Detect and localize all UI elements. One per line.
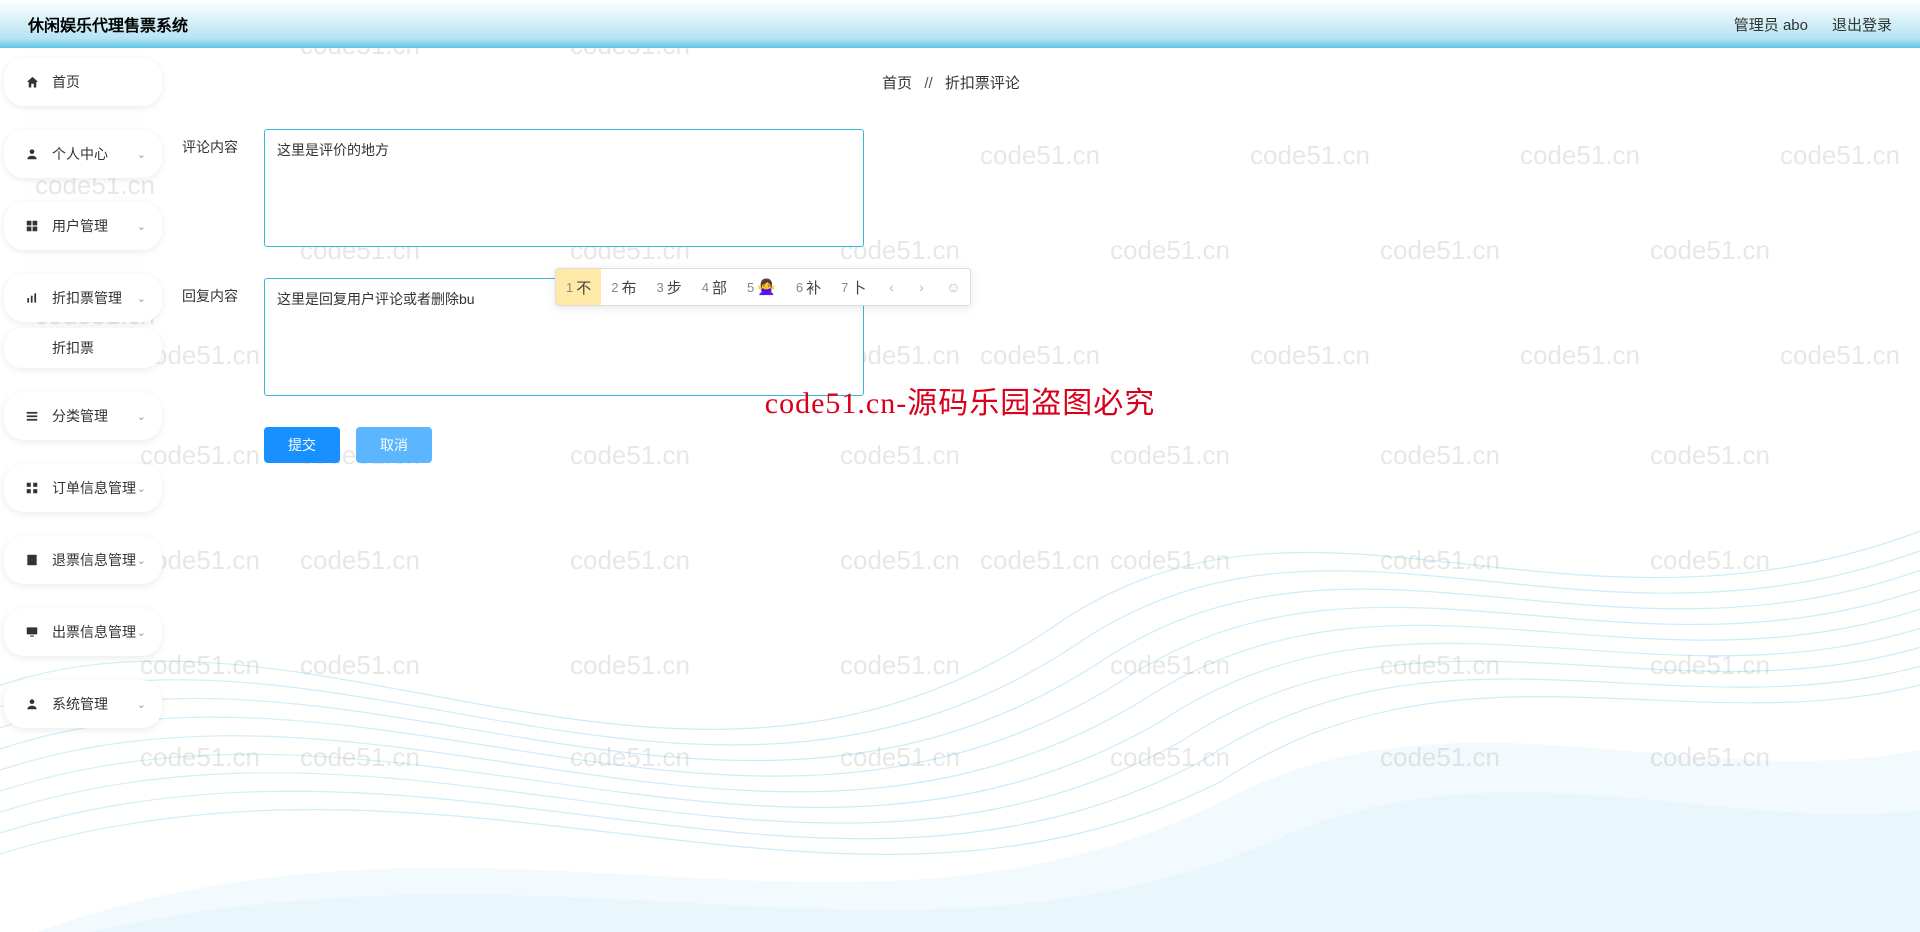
user-icon bbox=[24, 146, 40, 162]
reply-label: 回复内容 bbox=[182, 278, 254, 306]
ime-prev-icon[interactable]: ‹ bbox=[876, 269, 906, 305]
admin-label[interactable]: 管理员 abo bbox=[1734, 14, 1808, 35]
breadcrumb-separator: // bbox=[924, 75, 932, 92]
comment-label: 评论内容 bbox=[182, 129, 254, 157]
sidebar-item-category[interactable]: 分类管理 ⌄ bbox=[4, 392, 162, 440]
sidebar-item-label: 系统管理 bbox=[52, 694, 137, 714]
ime-candidate-2[interactable]: 2布 bbox=[601, 269, 646, 305]
ime-candidate-popup: 1不 2布 3步 4部 5🙅‍♀️ 6补 7卜 ‹ › ☺ bbox=[555, 268, 971, 306]
chevron-down-icon: ⌄ bbox=[137, 626, 146, 639]
ime-candidate-4[interactable]: 4部 bbox=[692, 269, 737, 305]
monitor-icon bbox=[24, 624, 40, 640]
ime-candidate-6[interactable]: 6补 bbox=[786, 269, 831, 305]
doc-icon bbox=[24, 552, 40, 568]
sidebar-item-label: 订单信息管理 bbox=[52, 478, 137, 498]
sidebar-item-users[interactable]: 用户管理 ⌄ bbox=[4, 202, 162, 250]
sidebar-item-discount-ticket[interactable]: 折扣票 bbox=[4, 328, 162, 368]
home-icon bbox=[24, 74, 40, 90]
submit-button[interactable]: 提交 bbox=[264, 427, 340, 463]
sidebar-item-label: 折扣票管理 bbox=[52, 288, 137, 308]
sidebar-item-label: 分类管理 bbox=[52, 406, 137, 426]
sidebar-item-home[interactable]: 首页 bbox=[4, 58, 162, 106]
chevron-down-icon: ⌄ bbox=[137, 554, 146, 567]
sidebar-item-issue[interactable]: 出票信息管理 ⌄ bbox=[4, 608, 162, 656]
sidebar-item-system[interactable]: 系统管理 ⌄ bbox=[4, 680, 162, 728]
sidebar-item-profile[interactable]: 个人中心 ⌄ bbox=[4, 130, 162, 178]
chevron-down-icon: ⌄ bbox=[137, 698, 146, 711]
sidebar-item-label: 用户管理 bbox=[52, 216, 137, 236]
ime-next-icon[interactable]: › bbox=[906, 269, 936, 305]
sidebar-item-discount-ticket-mgmt[interactable]: 折扣票管理 ⌄ bbox=[4, 274, 162, 322]
sidebar-item-refund[interactable]: 退票信息管理 ⌄ bbox=[4, 536, 162, 584]
breadcrumb: 首页 // 折扣票评论 bbox=[182, 72, 1920, 93]
sidebar-item-label: 个人中心 bbox=[52, 144, 137, 164]
sidebar-item-label: 退票信息管理 bbox=[52, 550, 137, 570]
ime-candidate-5[interactable]: 5🙅‍♀️ bbox=[737, 269, 786, 305]
user2-icon bbox=[24, 696, 40, 712]
breadcrumb-home[interactable]: 首页 bbox=[882, 75, 912, 92]
logout-link[interactable]: 退出登录 bbox=[1832, 14, 1892, 35]
chevron-down-icon: ⌄ bbox=[137, 292, 146, 305]
ime-candidate-3[interactable]: 3步 bbox=[647, 269, 692, 305]
comment-textarea[interactable]: 这里是评价的地方 bbox=[264, 129, 864, 247]
bar-icon bbox=[24, 290, 40, 306]
app-title: 休闲娱乐代理售票系统 bbox=[28, 12, 188, 36]
chevron-down-icon: ⌄ bbox=[137, 148, 146, 161]
sidebar-item-label: 出票信息管理 bbox=[52, 622, 137, 642]
main-content: 首页 // 折扣票评论 评论内容 这里是评价的地方 回复内容 这里是回复用户评论… bbox=[170, 48, 1920, 932]
chevron-down-icon: ⌄ bbox=[137, 410, 146, 423]
sidebar-item-label: 折扣票 bbox=[52, 338, 146, 358]
list-icon bbox=[24, 408, 40, 424]
grid-icon bbox=[24, 218, 40, 234]
sidebar-item-label: 首页 bbox=[52, 72, 146, 92]
header: 休闲娱乐代理售票系统 管理员 abo 退出登录 bbox=[0, 0, 1920, 48]
chevron-down-icon: ⌄ bbox=[137, 220, 146, 233]
ime-candidate-1[interactable]: 1不 bbox=[556, 269, 601, 305]
cancel-button[interactable]: 取消 bbox=[356, 427, 432, 463]
sidebar-item-orders[interactable]: 订单信息管理 ⌄ bbox=[4, 464, 162, 512]
sidebar: 首页 个人中心 ⌄ 用户管理 ⌄ 折扣票管理 ⌄ 折扣票 分类管理 ⌄ 订单信息… bbox=[0, 48, 170, 932]
chevron-down-icon: ⌄ bbox=[137, 482, 146, 495]
ime-candidate-7[interactable]: 7卜 bbox=[831, 269, 876, 305]
breadcrumb-current: 折扣票评论 bbox=[945, 75, 1020, 92]
grid2-icon bbox=[24, 480, 40, 496]
ime-emoji-icon[interactable]: ☺ bbox=[936, 269, 970, 305]
